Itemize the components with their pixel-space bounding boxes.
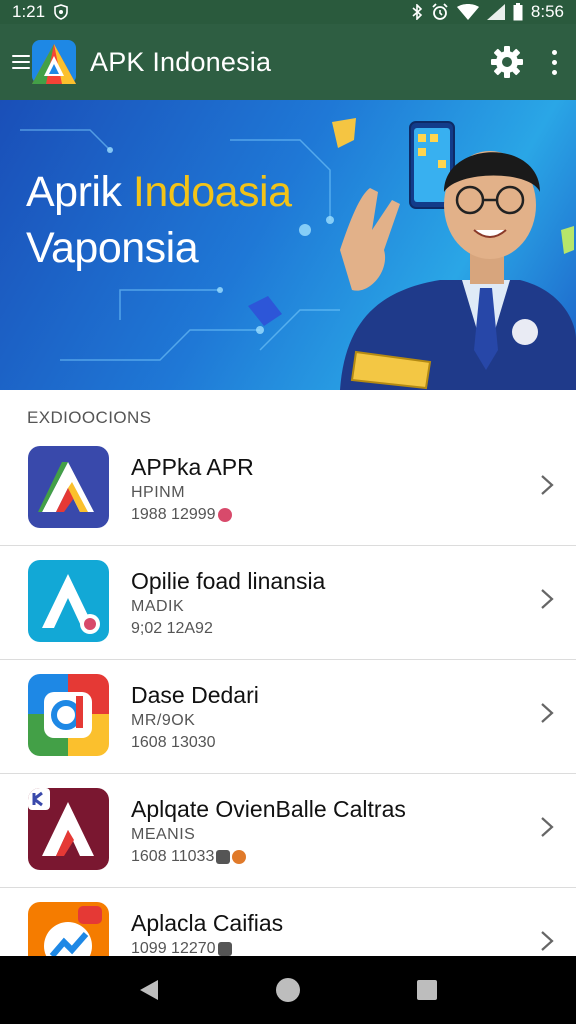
bluetooth-icon: [411, 4, 423, 20]
app-name: Aplacla Caifias: [131, 910, 284, 936]
app-name: Aplqate OvienBalle Caltras: [131, 796, 406, 822]
hamburger-icon[interactable]: [12, 55, 30, 69]
maroon-a-logo-icon: [28, 788, 109, 870]
banner-headline-white: Aprik: [26, 168, 133, 216]
promo-banner[interactable]: Aprik Indoasia Vaponsia: [0, 100, 576, 390]
app-meta-text: 1608 11033: [131, 848, 215, 865]
section-title: EXDIOOCIONS: [27, 408, 152, 427]
system-nav-bar: [0, 956, 576, 1024]
list-item[interactable]: Dase Dedari MR/9OK 1608 13030: [0, 660, 576, 774]
app-developer: MEANIS: [131, 826, 196, 843]
cyan-a-logo-icon: [28, 560, 109, 642]
shield-icon: [53, 4, 69, 20]
app-meta-text: 9;02 12A92: [131, 620, 213, 637]
list-item[interactable]: Aplqate OvienBalle Caltras MEANIS 1608 1…: [0, 774, 576, 888]
chevron-right-icon: [541, 703, 554, 723]
app-bar: APK Indonesia: [0, 24, 576, 100]
app-meta-text: 1988 12999: [131, 506, 216, 523]
recents-icon[interactable]: [407, 970, 447, 1010]
battery-icon: [513, 3, 523, 21]
status-time: 1:21: [12, 2, 46, 21]
gear-icon[interactable]: [490, 45, 524, 79]
chevron-right-icon: [541, 817, 554, 837]
app-meta: 1608 11033: [131, 848, 247, 866]
app-developer: HPINM: [131, 484, 186, 501]
badge-icon: [216, 850, 231, 864]
colorful-d-logo-icon: [28, 674, 109, 756]
signal-icon: [486, 4, 505, 20]
app-list: APPka APR HPINM 1988 12999 Opilie foad l…: [0, 432, 576, 1002]
badge-icon: [232, 850, 247, 864]
wifi-icon: [456, 4, 479, 20]
app-logo: [32, 40, 76, 84]
home-icon[interactable]: [268, 970, 308, 1010]
back-icon[interactable]: [129, 970, 169, 1010]
app-meta: 1608 13030: [131, 734, 216, 752]
banner-subheadline: Vaponsia: [26, 224, 199, 272]
list-item[interactable]: Opilie foad linansia MADIK 9;02 12A92: [0, 546, 576, 660]
app-name: Dase Dedari: [131, 682, 259, 708]
alarm-icon: [431, 3, 449, 21]
app-title: APK Indonesia: [90, 46, 272, 77]
status-clock: 8:56: [530, 2, 564, 21]
banner-headline-accent: Indoasia: [132, 168, 292, 216]
chevron-right-icon: [541, 475, 554, 495]
app-developer: MADIK: [131, 598, 185, 615]
app-name: APPka APR: [131, 454, 254, 480]
chevron-right-icon: [541, 931, 554, 951]
chevron-right-icon: [541, 589, 554, 609]
app-meta: 9;02 12A92: [131, 620, 213, 638]
badge-icon: [217, 508, 232, 522]
list-item[interactable]: APPka APR HPINM 1988 12999: [0, 432, 576, 546]
banner-headline: Aprik Indoasia: [26, 168, 292, 217]
more-vert-icon[interactable]: [544, 45, 564, 79]
app-developer: MR/9OK: [131, 712, 196, 729]
blue-a-logo-icon: [28, 446, 109, 528]
app-meta: 1988 12999: [131, 506, 232, 524]
app-name: Opilie foad linansia: [131, 568, 326, 594]
badge-icon: [217, 942, 232, 956]
app-meta-text: 1608 13030: [131, 734, 216, 751]
status-bar: 1:21 8:56: [0, 0, 576, 24]
